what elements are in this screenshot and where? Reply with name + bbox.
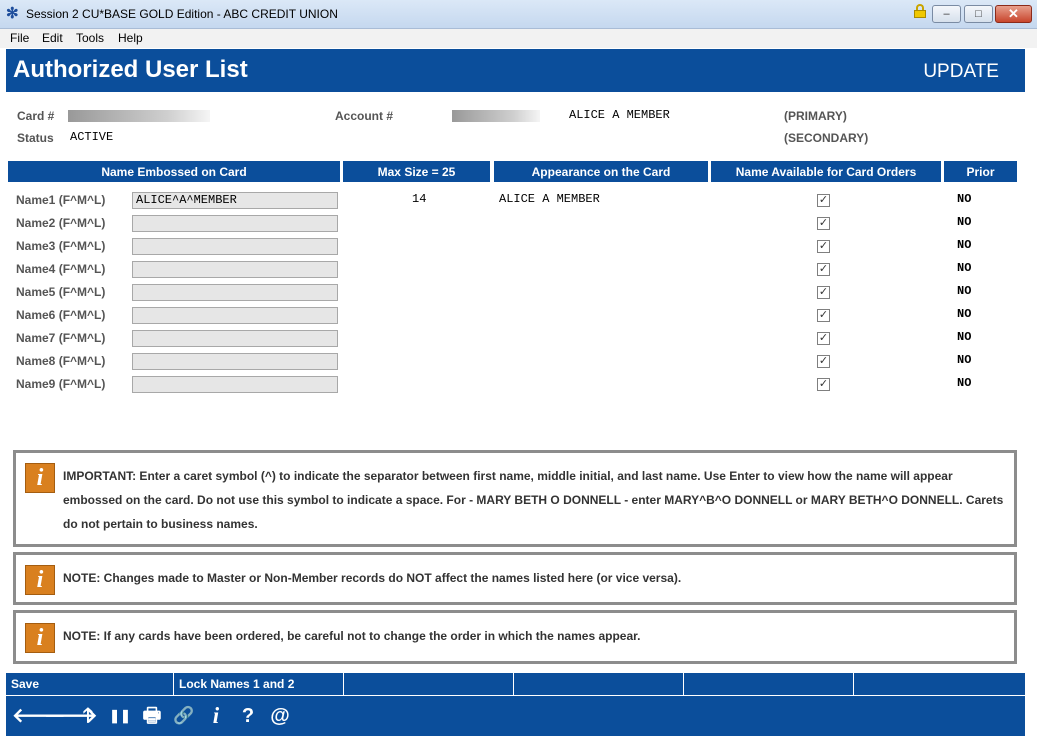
card-order-note-text: NOTE: If any cards have been ordered, be… — [63, 629, 641, 643]
link-icon[interactable]: 🔗 — [172, 704, 196, 728]
column-header-max-size: Max Size = 25 — [343, 161, 490, 182]
master-records-note-box: i NOTE: Changes made to Master or Non-Me… — [13, 552, 1017, 605]
lock-names-button[interactable]: Lock Names 1 and 2 — [174, 673, 344, 695]
name1-size: 14 — [412, 192, 427, 206]
name4-input[interactable] — [132, 261, 338, 278]
name1-label: Name1 (F^M^L) — [16, 193, 106, 207]
menu-help[interactable]: Help — [118, 29, 143, 47]
fkey-slot-5 — [684, 673, 854, 695]
info-icon: i — [25, 565, 55, 595]
column-header-name: Name Embossed on Card — [8, 161, 340, 182]
bottom-toolbar: 🡐 🡒 🡑 ❚❚ 🖶 🔗 i ? @ — [6, 696, 1025, 736]
name4-label: Name4 (F^M^L) — [16, 262, 106, 276]
lock-icon — [914, 4, 926, 18]
name2-label: Name2 (F^M^L) — [16, 216, 106, 230]
info-icon: i — [25, 463, 55, 493]
close-button[interactable]: ✕ — [995, 5, 1032, 23]
primary-label: (PRIMARY) — [784, 109, 847, 123]
forward-arrow-icon[interactable]: 🡒 — [44, 704, 98, 728]
name8-input[interactable] — [132, 353, 338, 370]
maximize-button[interactable]: □ — [964, 5, 993, 23]
info-icon[interactable]: i — [204, 704, 228, 728]
window-title: Session 2 CU*BASE GOLD Edition - ABC CRE… — [26, 7, 338, 21]
pause-icon[interactable]: ❚❚ — [108, 704, 132, 728]
name8-prior: NO — [957, 353, 972, 367]
menu-bar: File Edit Tools Help — [0, 29, 1037, 48]
name2-available-checkbox[interactable]: ✓ — [817, 217, 830, 230]
fkey-slot-4 — [514, 673, 684, 695]
name4-available-checkbox[interactable]: ✓ — [817, 263, 830, 276]
print-icon[interactable]: 🖶 — [140, 704, 164, 728]
app-logo-icon: ✻ — [6, 5, 19, 22]
column-header-prior: Prior — [944, 161, 1017, 182]
menu-edit[interactable]: Edit — [42, 29, 63, 47]
important-note-text: IMPORTANT: Enter a caret symbol (^) to i… — [63, 469, 1004, 531]
card-order-note-box: i NOTE: If any cards have been ordered, … — [13, 610, 1017, 664]
name7-label: Name7 (F^M^L) — [16, 331, 106, 345]
name7-available-checkbox[interactable]: ✓ — [817, 332, 830, 345]
save-button[interactable]: Save — [6, 673, 174, 695]
page-title: Authorized User List — [13, 56, 248, 83]
account-number-redacted — [452, 110, 540, 122]
name1-input[interactable]: ALICE^A^MEMBER — [132, 192, 338, 209]
card-number-redacted — [68, 110, 210, 122]
info-icon: i — [25, 623, 55, 653]
name5-prior: NO — [957, 284, 972, 298]
member-name: ALICE A MEMBER — [569, 108, 670, 122]
name5-available-checkbox[interactable]: ✓ — [817, 286, 830, 299]
minimize-button[interactable]: – — [932, 5, 961, 23]
window-titlebar: ✻ Session 2 CU*BASE GOLD Edition - ABC C… — [0, 0, 1037, 29]
mode-indicator: UPDATE — [923, 61, 999, 82]
name9-input[interactable] — [132, 376, 338, 393]
name2-input[interactable] — [132, 215, 338, 232]
email-icon[interactable]: @ — [268, 704, 292, 728]
status-value: ACTIVE — [70, 130, 114, 144]
function-key-bar: Save Lock Names 1 and 2 — [6, 673, 1025, 695]
name5-input[interactable] — [132, 284, 338, 301]
name9-label: Name9 (F^M^L) — [16, 377, 106, 391]
name1-prior: NO — [957, 192, 972, 206]
name1-available-checkbox[interactable]: ✓ — [817, 194, 830, 207]
menu-file[interactable]: File — [10, 29, 29, 47]
name9-prior: NO — [957, 376, 972, 390]
page-header: Authorized User List UPDATE — [6, 49, 1025, 92]
important-note-box: i IMPORTANT: Enter a caret symbol (^) to… — [13, 450, 1017, 547]
maximize-icon: □ — [975, 8, 982, 20]
fkey-slot-3 — [344, 673, 514, 695]
name7-input[interactable] — [132, 330, 338, 347]
name6-available-checkbox[interactable]: ✓ — [817, 309, 830, 322]
name2-prior: NO — [957, 215, 972, 229]
help-icon[interactable]: ? — [236, 704, 260, 728]
name3-label: Name3 (F^M^L) — [16, 239, 106, 253]
name9-available-checkbox[interactable]: ✓ — [817, 378, 830, 391]
minimize-icon: – — [943, 8, 950, 20]
name8-available-checkbox[interactable]: ✓ — [817, 355, 830, 368]
column-header-appearance: Appearance on the Card — [494, 161, 708, 182]
account-number-label: Account # — [335, 109, 394, 123]
card-number-label: Card # — [17, 109, 55, 123]
name5-label: Name5 (F^M^L) — [16, 285, 106, 299]
name3-available-checkbox[interactable]: ✓ — [817, 240, 830, 253]
master-records-note-text: NOTE: Changes made to Master or Non-Memb… — [63, 571, 682, 585]
close-icon: ✕ — [1008, 6, 1019, 21]
name6-prior: NO — [957, 307, 972, 321]
name3-prior: NO — [957, 238, 972, 252]
up-arrow-icon[interactable]: 🡑 — [76, 704, 100, 728]
name1-appearance: ALICE A MEMBER — [499, 192, 600, 206]
name8-label: Name8 (F^M^L) — [16, 354, 106, 368]
secondary-label: (SECONDARY) — [784, 131, 869, 145]
name6-input[interactable] — [132, 307, 338, 324]
name7-prior: NO — [957, 330, 972, 344]
fkey-slot-6 — [854, 673, 1025, 695]
name6-label: Name6 (F^M^L) — [16, 308, 106, 322]
name4-prior: NO — [957, 261, 972, 275]
status-label: Status — [17, 131, 54, 145]
menu-tools[interactable]: Tools — [76, 29, 104, 47]
name3-input[interactable] — [132, 238, 338, 255]
back-arrow-icon[interactable]: 🡐 — [12, 704, 66, 728]
column-header-available: Name Available for Card Orders — [711, 161, 941, 182]
